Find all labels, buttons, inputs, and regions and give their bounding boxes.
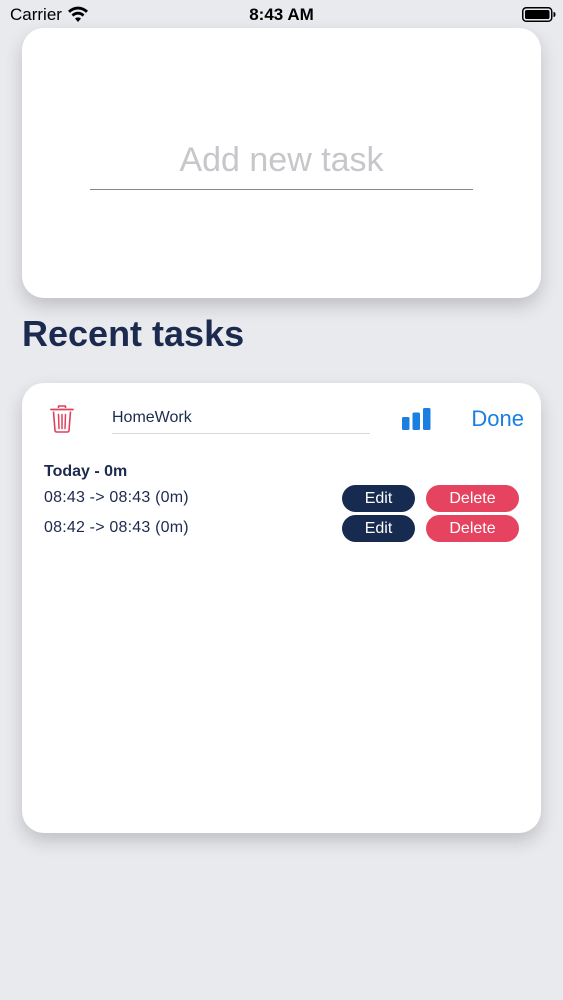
delete-entry-button[interactable]: Delete [426,515,519,542]
trash-icon[interactable] [50,405,74,433]
task-card: Done Today - 0m 08:43 -> 08:43 (0m) Edit… [22,383,541,833]
edit-entry-button[interactable]: Edit [342,515,415,542]
bar-chart-icon[interactable] [402,407,432,431]
battery-icon [522,7,556,22]
done-button[interactable]: Done [454,405,524,433]
entry-time: 08:43 -> 08:43 (0m) [44,489,189,506]
new-task-input[interactable] [90,131,473,190]
time-entry-row: 08:43 -> 08:43 (0m) Edit Delete [44,485,520,513]
edit-entry-button[interactable]: Edit [342,485,415,512]
clock: 8:43 AM [249,5,314,24]
status-bar: Carrier 8:43 AM [0,0,563,30]
recent-tasks-heading: Recent tasks [22,313,245,354]
delete-entry-button[interactable]: Delete [426,485,519,512]
new-task-card [22,28,541,298]
time-entry-row: 08:42 -> 08:43 (0m) Edit Delete [44,515,520,543]
entry-time: 08:42 -> 08:43 (0m) [44,519,189,536]
day-summary: Today - 0m [44,463,128,480]
task-name-input[interactable] [112,403,370,434]
